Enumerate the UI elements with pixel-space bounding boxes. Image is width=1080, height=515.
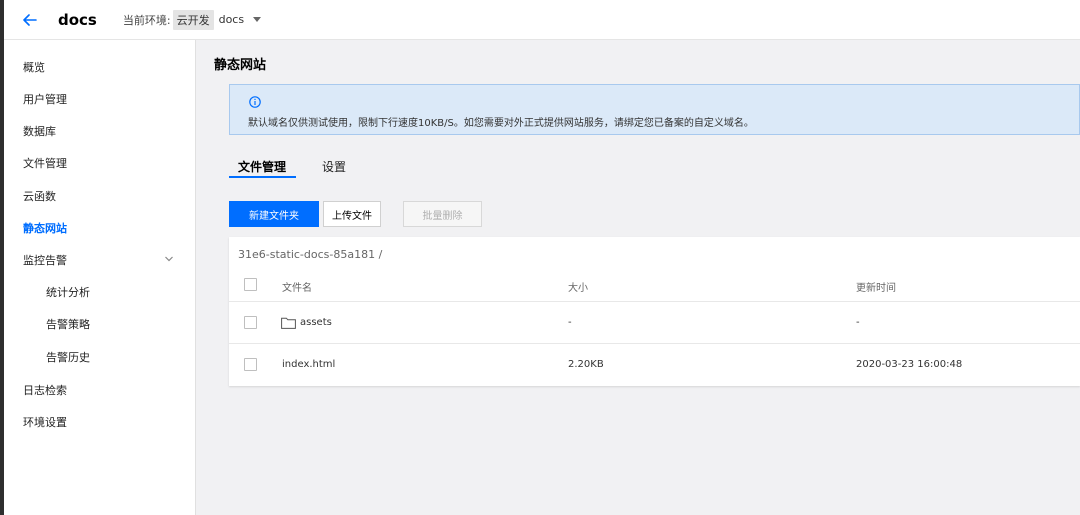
file-updated: - bbox=[856, 317, 860, 328]
table-header-row: 文件名 大小 更新时间 bbox=[229, 269, 1080, 302]
file-size: - bbox=[568, 317, 572, 328]
column-header-name: 文件名 bbox=[282, 283, 312, 294]
breadcrumb-path: 31e6-static-docs-85a181 / bbox=[238, 248, 383, 261]
sidebar-item-static-website[interactable]: 静态网站 bbox=[23, 222, 67, 236]
back-arrow-icon[interactable] bbox=[20, 10, 40, 30]
tab-bar: 文件管理 设置 bbox=[229, 152, 629, 180]
file-updated: 2020-03-23 16:00:48 bbox=[856, 359, 963, 370]
env-label: 当前环境: bbox=[122, 13, 171, 27]
row-checkbox[interactable] bbox=[244, 316, 257, 329]
sidebar-item-monitoring[interactable]: 监控告警 bbox=[23, 254, 67, 268]
info-icon bbox=[249, 96, 261, 108]
top-header: docs 当前环境: 云开发 docs bbox=[4, 0, 1080, 40]
sidebar-item-log-search[interactable]: 日志检索 bbox=[23, 384, 67, 398]
env-chip: 云开发 bbox=[172, 9, 214, 30]
main-content: 静态网站 默认域名仅供测试使用，限制下行速度10KB/S。如您需要对外正式提供网… bbox=[197, 40, 1080, 515]
sidebar-item-overview[interactable]: 概览 bbox=[23, 61, 45, 75]
sidebar: 概览 用户管理 数据库 文件管理 云函数 静态网站 监控告警 统计分析 告警策略… bbox=[4, 40, 196, 515]
alert-text: 默认域名仅供测试使用，限制下行速度10KB/S。如您需要对外正式提供网站服务，请… bbox=[248, 118, 754, 129]
sidebar-item-env-settings[interactable]: 环境设置 bbox=[23, 416, 67, 430]
select-all-checkbox[interactable] bbox=[244, 278, 257, 291]
tab-settings[interactable]: 设置 bbox=[322, 158, 346, 175]
batch-delete-button[interactable]: 批量删除 bbox=[403, 201, 482, 227]
row-checkbox[interactable] bbox=[244, 358, 257, 371]
sidebar-item-user-management[interactable]: 用户管理 bbox=[23, 93, 67, 107]
folder-icon bbox=[281, 317, 296, 329]
env-selector[interactable]: docs bbox=[219, 13, 245, 26]
table-row[interactable]: assets - - bbox=[229, 302, 1080, 344]
tab-file-management[interactable]: 文件管理 bbox=[238, 158, 286, 175]
file-name-link[interactable]: assets bbox=[300, 317, 332, 328]
app-title: docs bbox=[58, 10, 97, 29]
chevron-down-icon[interactable] bbox=[164, 254, 174, 264]
file-table: 31e6-static-docs-85a181 / 文件名 大小 更新时间 as… bbox=[229, 237, 1080, 386]
sidebar-item-database[interactable]: 数据库 bbox=[23, 125, 56, 139]
sidebar-item-statistics[interactable]: 统计分析 bbox=[46, 286, 90, 300]
column-header-updated: 更新时间 bbox=[856, 283, 896, 294]
sidebar-item-cloud-functions[interactable]: 云函数 bbox=[23, 190, 56, 204]
upload-file-button[interactable]: 上传文件 bbox=[323, 201, 381, 227]
caret-down-icon[interactable] bbox=[253, 17, 262, 22]
file-size: 2.20KB bbox=[568, 359, 604, 370]
page-title: 静态网站 bbox=[214, 58, 267, 73]
file-name-link[interactable]: index.html bbox=[282, 359, 335, 370]
table-row[interactable]: index.html 2.20KB 2020-03-23 16:00:48 bbox=[229, 344, 1080, 386]
new-folder-button[interactable]: 新建文件夹 bbox=[229, 201, 319, 227]
active-tab-indicator bbox=[229, 176, 296, 178]
info-alert: 默认域名仅供测试使用，限制下行速度10KB/S。如您需要对外正式提供网站服务，请… bbox=[229, 84, 1080, 135]
sidebar-item-alert-history[interactable]: 告警历史 bbox=[46, 351, 90, 365]
sidebar-item-alert-policy[interactable]: 告警策略 bbox=[46, 318, 90, 332]
sidebar-item-file-management[interactable]: 文件管理 bbox=[23, 157, 67, 171]
column-header-size: 大小 bbox=[568, 283, 588, 294]
